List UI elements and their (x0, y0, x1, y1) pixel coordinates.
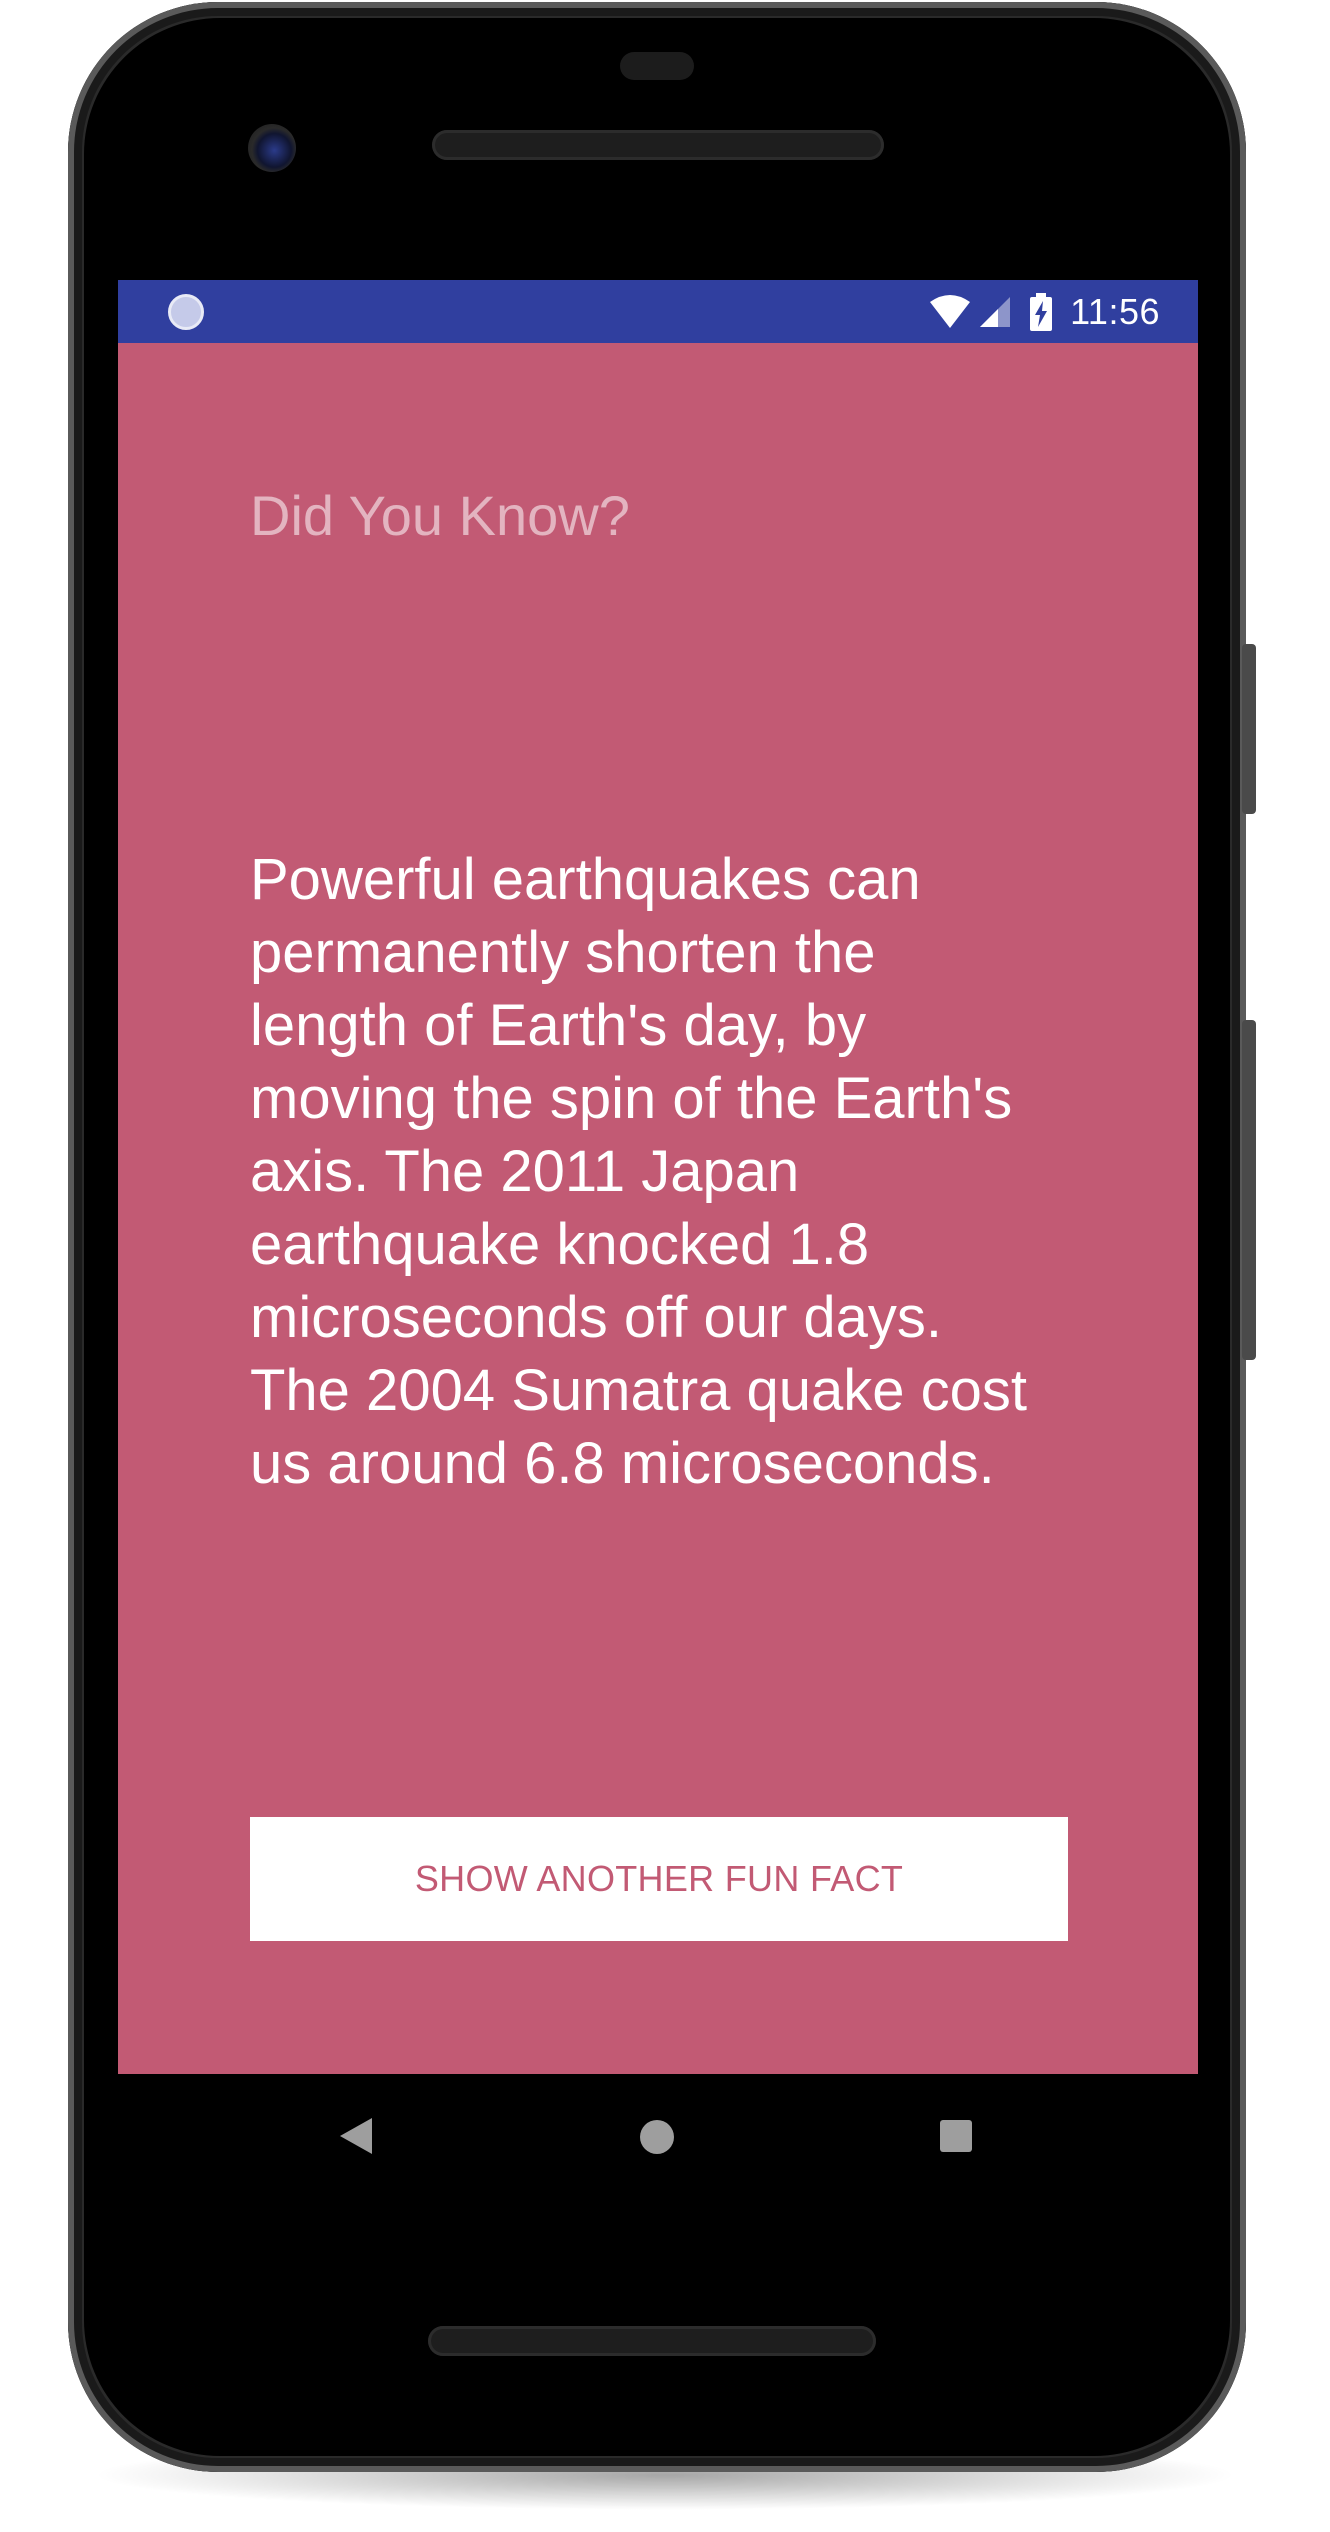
back-icon[interactable] (340, 2118, 372, 2154)
fact-text: Powerful earthquakes can permanently sho… (250, 847, 1028, 1496)
status-bar: 11:56 (118, 280, 1198, 343)
recents-icon[interactable] (940, 2120, 972, 2152)
page-title: Did You Know? (250, 484, 630, 547)
home-icon[interactable] (640, 2120, 674, 2154)
show-another-fun-fact-button[interactable]: SHOW ANOTHER FUN FACT (250, 1817, 1068, 1941)
device-frame: 11:56 Did You Know? Powerful earthquakes… (0, 0, 1330, 2532)
status-icons: 11:56 (928, 280, 1160, 343)
power-button (1242, 644, 1256, 814)
battery-charging-icon (1030, 292, 1053, 331)
volume-button (1242, 1020, 1256, 1360)
notification-icon (168, 294, 204, 330)
status-time: 11:56 (1070, 290, 1160, 332)
sensor (620, 52, 694, 80)
bottom-speaker (428, 2326, 876, 2356)
cell-signal-icon (980, 296, 1011, 327)
wifi-icon (930, 294, 971, 328)
fun-fact-screen: Did You Know? Powerful earthquakes can p… (118, 343, 1198, 2074)
device-screen: 11:56 Did You Know? Powerful earthquakes… (118, 280, 1198, 2074)
top-speaker (432, 130, 884, 160)
front-camera (248, 124, 296, 172)
navigation-bar (118, 2074, 1198, 2202)
